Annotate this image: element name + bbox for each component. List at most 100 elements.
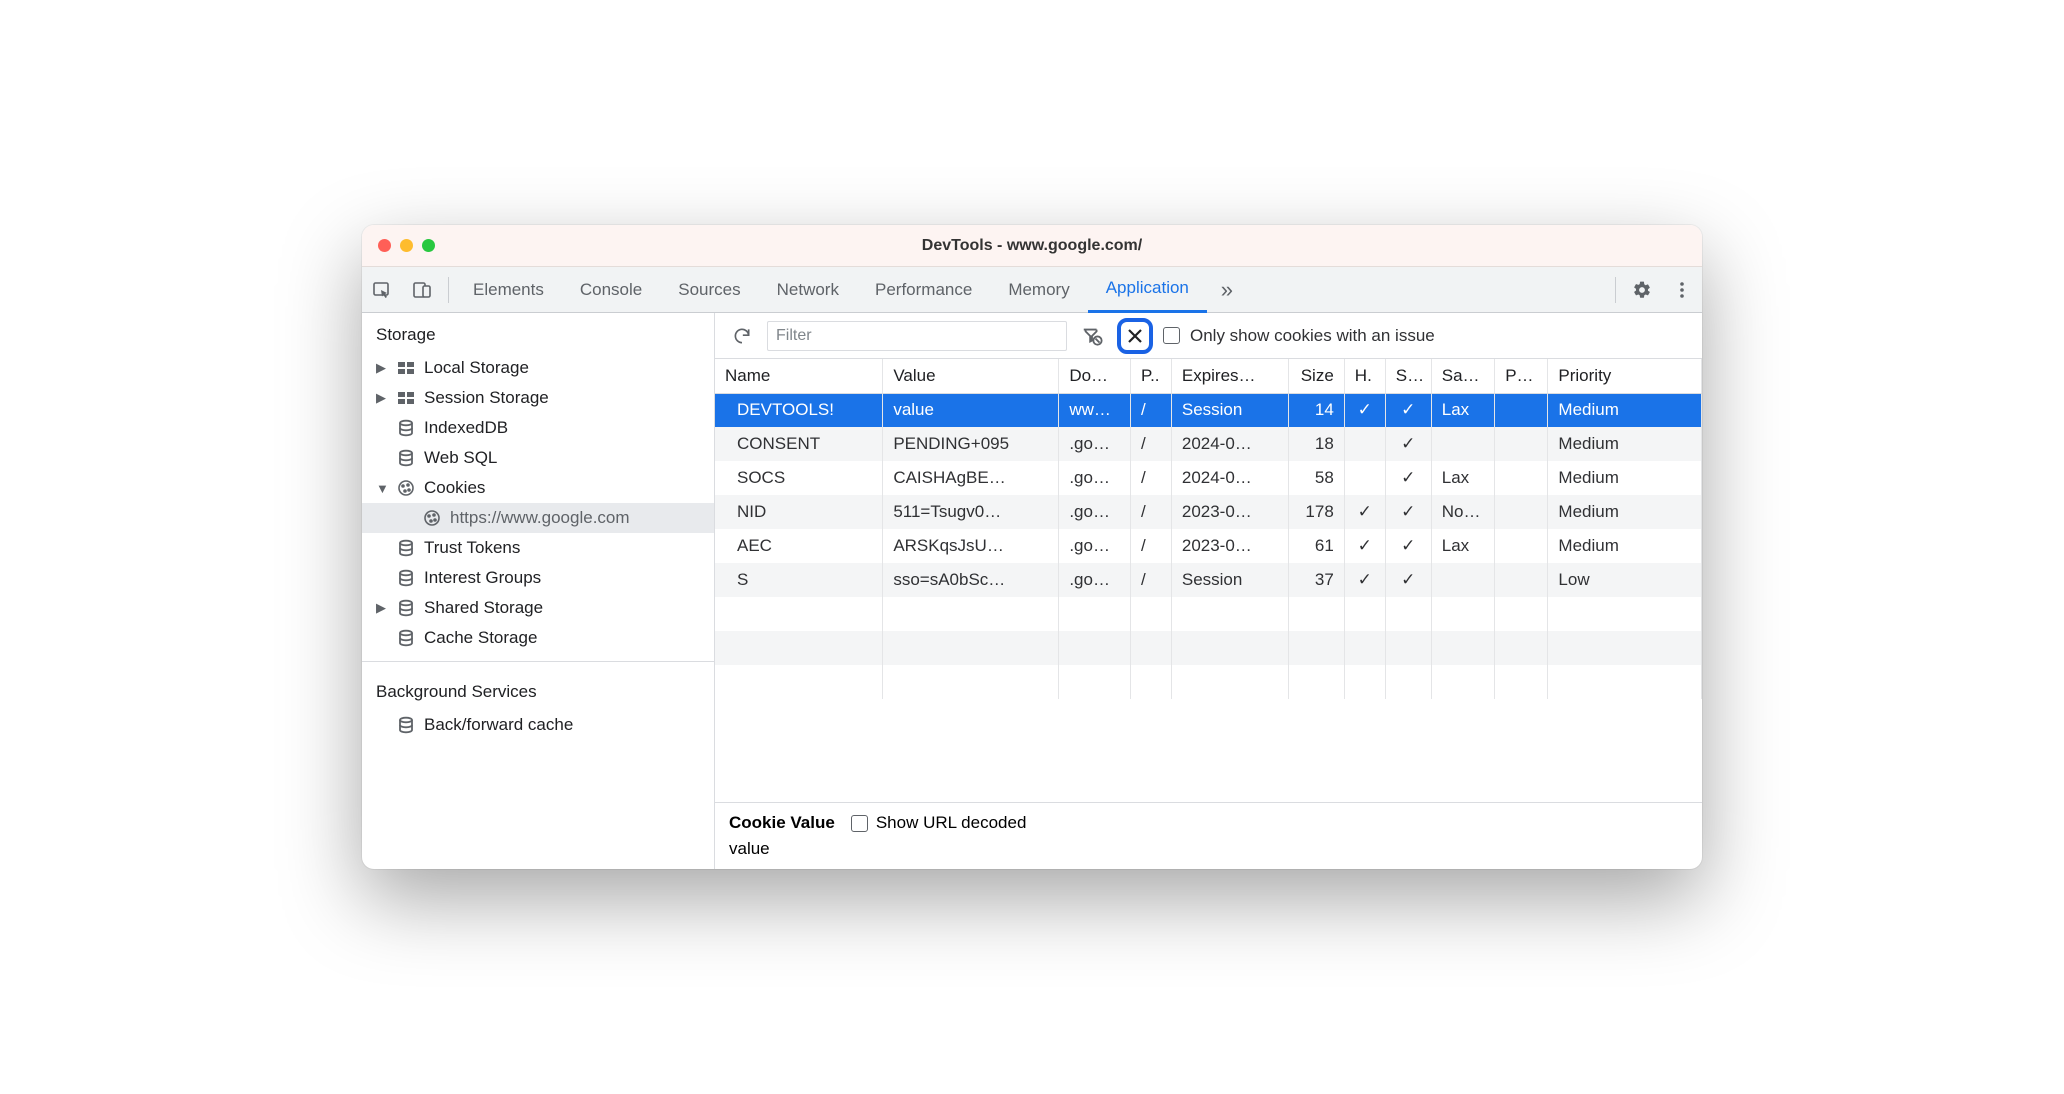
sidebar-item-session-storage[interactable]: ▶ Session Storage [362, 383, 714, 413]
window-minimize-button[interactable] [400, 239, 413, 252]
sidebar-item-web-sql[interactable]: Web SQL [362, 443, 714, 473]
tab-console[interactable]: Console [562, 267, 660, 313]
tab-network[interactable]: Network [759, 267, 857, 313]
cell-same: Lax [1431, 461, 1494, 495]
storage-icon [396, 388, 416, 408]
sidebar-item-label: Local Storage [424, 358, 529, 378]
cell-domain: .go… [1059, 461, 1131, 495]
main-pane: Only show cookies with an issue NameValu… [715, 313, 1702, 869]
cell-domain: .go… [1059, 495, 1131, 529]
cell-prio: Medium [1548, 393, 1702, 427]
column-header[interactable]: Name [715, 359, 883, 393]
cell-prio: Medium [1548, 427, 1702, 461]
table-row-empty [715, 665, 1702, 699]
sidebar-item-back-forward-cache[interactable]: Back/forward cache [362, 710, 714, 740]
tab-elements[interactable]: Elements [455, 267, 562, 313]
table-row[interactable]: SOCSCAISHAgBE….go…/2024-0…58✓LaxMedium [715, 461, 1702, 495]
sidebar-section-storage: Storage [362, 313, 714, 353]
show-url-decoded-checkbox[interactable] [851, 815, 868, 832]
cell-part [1495, 461, 1548, 495]
cell-prio: Medium [1548, 461, 1702, 495]
tree-toggle-icon[interactable]: ▶ [376, 600, 388, 616]
clear-all-cookies-button[interactable] [1117, 318, 1153, 354]
filter-input[interactable] [767, 321, 1067, 351]
tab-sources[interactable]: Sources [660, 267, 758, 313]
sidebar-item-interest-groups[interactable]: Interest Groups [362, 563, 714, 593]
column-header[interactable]: Value [883, 359, 1059, 393]
tab-performance[interactable]: Performance [857, 267, 990, 313]
table-row[interactable]: AECARSKqsJsU….go…/2023-0…61✓✓LaxMedium [715, 529, 1702, 563]
cell-expires: Session [1171, 563, 1288, 597]
cell-size: 61 [1288, 529, 1344, 563]
cell-http: ✓ [1344, 495, 1385, 529]
window-close-button[interactable] [378, 239, 391, 252]
column-header[interactable]: P… [1495, 359, 1548, 393]
column-header[interactable]: Do… [1059, 359, 1131, 393]
cell-domain: .go… [1059, 529, 1131, 563]
db-icon [396, 418, 416, 438]
kebab-menu-icon[interactable] [1662, 267, 1702, 313]
cell-part [1495, 495, 1548, 529]
sidebar-item-trust-tokens[interactable]: Trust Tokens [362, 533, 714, 563]
inspect-element-icon[interactable] [362, 267, 402, 313]
sidebar-item-indexeddb[interactable]: IndexedDB [362, 413, 714, 443]
sidebar-item-label: Shared Storage [424, 598, 543, 618]
table-row[interactable]: CONSENTPENDING+095.go…/2024-0…18✓Medium [715, 427, 1702, 461]
cell-expires: 2023-0… [1171, 529, 1288, 563]
db-icon [396, 448, 416, 468]
cell-prio: Medium [1548, 529, 1702, 563]
sidebar-item-label: IndexedDB [424, 418, 508, 438]
sidebar-item-cache-storage[interactable]: Cache Storage [362, 623, 714, 653]
table-row[interactable]: Ssso=sA0bSc….go…/Session37✓✓Low [715, 563, 1702, 597]
cell-name: NID [715, 495, 883, 529]
refresh-icon[interactable] [727, 321, 757, 351]
sidebar-item-label: Session Storage [424, 388, 549, 408]
tree-toggle-icon[interactable]: ▶ [376, 360, 388, 376]
tree-toggle-icon[interactable]: ▶ [376, 390, 388, 406]
column-header[interactable]: Priority [1548, 359, 1702, 393]
sidebar-item-shared-storage[interactable]: ▶ Shared Storage [362, 593, 714, 623]
cell-part [1495, 427, 1548, 461]
column-header[interactable]: Expires… [1171, 359, 1288, 393]
window-maximize-button[interactable] [422, 239, 435, 252]
column-header[interactable]: Size [1288, 359, 1344, 393]
cell-size: 58 [1288, 461, 1344, 495]
column-header[interactable]: H. [1344, 359, 1385, 393]
clear-filter-icon[interactable] [1077, 321, 1107, 351]
more-tabs-icon[interactable]: » [1207, 267, 1247, 313]
cell-same: Lax [1431, 529, 1494, 563]
panel-tabbar: Elements Console Sources Network Perform… [362, 267, 1702, 313]
cookies-toolbar: Only show cookies with an issue [715, 313, 1702, 359]
device-toolbar-icon[interactable] [402, 267, 442, 313]
cell-prio: Medium [1548, 495, 1702, 529]
cell-path: / [1130, 563, 1171, 597]
tab-application[interactable]: Application [1088, 267, 1207, 313]
column-header[interactable]: P.. [1130, 359, 1171, 393]
cell-secure: ✓ [1385, 427, 1431, 461]
sidebar-item-local-storage[interactable]: ▶ Local Storage [362, 353, 714, 383]
cell-domain: .go… [1059, 563, 1131, 597]
column-header[interactable]: S… [1385, 359, 1431, 393]
cell-http [1344, 427, 1385, 461]
cookie-icon [396, 478, 416, 498]
sidebar-item-https-www-google-com[interactable]: https://www.google.com [362, 503, 714, 533]
sidebar-section-background: Background Services [362, 670, 714, 710]
cookies-table[interactable]: NameValueDo…P..Expires…SizeH.S…Sa…P…Prio… [715, 359, 1702, 802]
settings-icon[interactable] [1622, 267, 1662, 313]
cell-secure: ✓ [1385, 461, 1431, 495]
cell-name: SOCS [715, 461, 883, 495]
cell-path: / [1130, 461, 1171, 495]
cell-size: 37 [1288, 563, 1344, 597]
table-row[interactable]: NID511=Tsugv0….go…/2023-0…178✓✓No…Medium [715, 495, 1702, 529]
table-row-empty [715, 631, 1702, 665]
only-issues-checkbox[interactable] [1163, 327, 1180, 344]
cell-secure: ✓ [1385, 563, 1431, 597]
tab-memory[interactable]: Memory [990, 267, 1087, 313]
tree-toggle-icon[interactable]: ▼ [376, 481, 388, 496]
column-header[interactable]: Sa… [1431, 359, 1494, 393]
cell-path: / [1130, 393, 1171, 427]
table-row[interactable]: DEVTOOLS!valueww…/Session14✓✓LaxMedium [715, 393, 1702, 427]
sidebar-item-label: Web SQL [424, 448, 497, 468]
sidebar-item-cookies[interactable]: ▼Cookies [362, 473, 714, 503]
sidebar-divider [362, 661, 714, 662]
